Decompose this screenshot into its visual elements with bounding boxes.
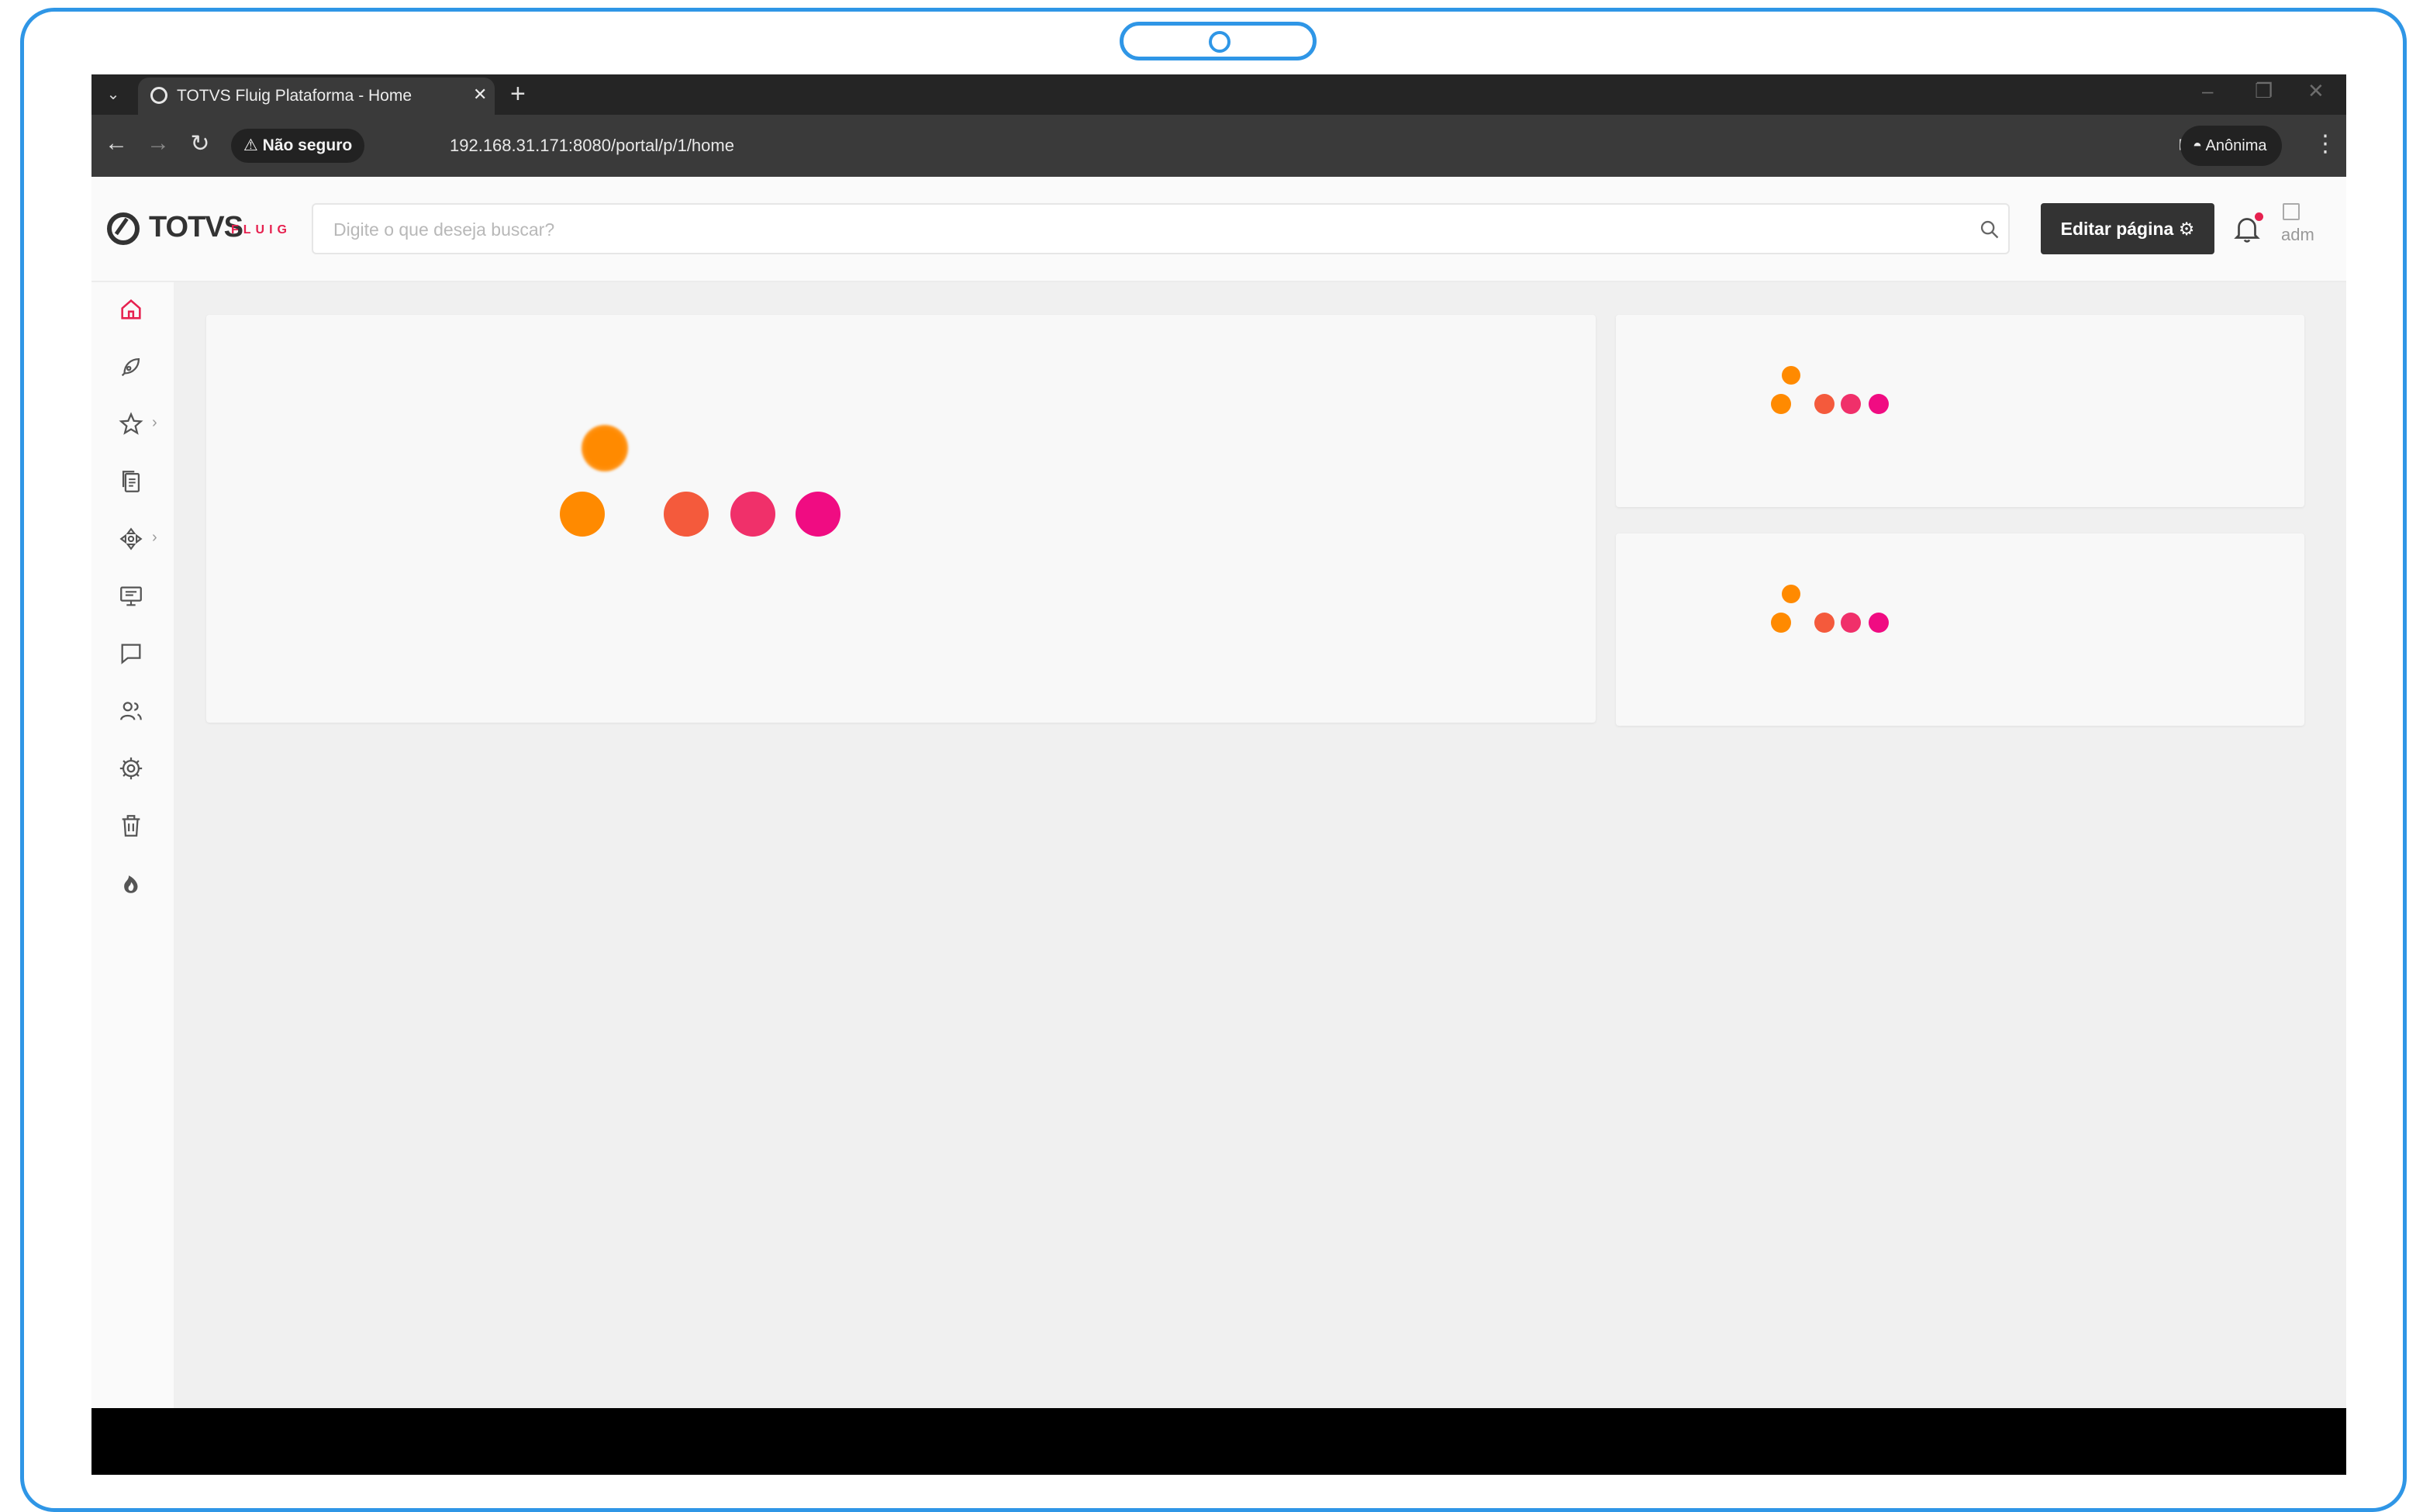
search-input[interactable] [332, 216, 1963, 243]
url-text[interactable]: 192.168.31.171:8080/portal/p/1/home [450, 136, 734, 156]
sidebar: › › [91, 282, 174, 1408]
loader-dot-4 [1869, 613, 1889, 633]
page: TOTVS FLUIG Editar página ⚙ adm [91, 177, 2346, 1408]
back-icon[interactable]: ← [101, 130, 132, 157]
sidebar-item-workflow[interactable] [118, 526, 146, 554]
settings-icon [119, 757, 143, 780]
sidebar-item-presentation[interactable] [118, 583, 146, 611]
tab-favicon-icon [150, 87, 167, 104]
notification-badge [2255, 212, 2263, 221]
tab-search-icon[interactable]: ⌄ [101, 82, 126, 107]
workflow-icon [119, 527, 143, 551]
logo-text[interactable]: TOTVS [149, 211, 243, 244]
incognito-chip[interactable]: ◓ Anônima [2180, 126, 2283, 166]
loader-dot-bouncing [1782, 366, 1800, 385]
loader-dot-4 [1869, 394, 1889, 414]
window-close-icon[interactable]: ✕ [2307, 79, 2325, 103]
main-widget-card [206, 315, 1596, 723]
address-bar[interactable]: ⚠ Não seguro 192.168.31.171:8080/portal/… [231, 126, 2247, 166]
sidebar-item-home[interactable] [118, 296, 146, 324]
rocket-icon [121, 357, 140, 377]
security-label: Não seguro [262, 136, 353, 154]
restore-icon[interactable]: ❐ [2255, 79, 2273, 103]
loader-dot-3 [1841, 394, 1861, 414]
sidebar-item-rocket[interactable] [118, 354, 146, 381]
edit-page-button[interactable]: Editar página ⚙ [2041, 203, 2214, 254]
loader-dot-1 [560, 492, 605, 537]
avatar-alt-text: adm [2281, 225, 2314, 244]
tab-title: TOTVS Fluig Plataforma - Home [177, 87, 412, 105]
edit-gear-icon: ⚙ [2178, 219, 2195, 239]
broken-image-icon [2283, 203, 2300, 220]
loader-dot-3 [730, 492, 775, 537]
loader-dot-4 [796, 492, 840, 537]
side-widget-card-top [1616, 315, 2304, 507]
minimize-icon[interactable]: – [2202, 79, 2213, 103]
logo-subtext: FLUIG [231, 223, 292, 236]
trash-icon [122, 815, 140, 837]
sidebar-item-documents[interactable] [118, 468, 146, 496]
users-icon [120, 702, 142, 720]
incognito-icon: ◓ [2193, 137, 2203, 154]
sidebar-item-trash[interactable] [118, 813, 146, 841]
webcam [1120, 22, 1317, 60]
new-tab-button[interactable]: + [510, 78, 526, 109]
sidebar-item-fire[interactable] [118, 870, 146, 898]
loader-dot-3 [1841, 613, 1861, 633]
loader-dot-2 [1814, 613, 1835, 633]
search-box [312, 203, 2010, 254]
totvs-logo-icon[interactable] [107, 212, 140, 245]
loader-dot-1 [1771, 613, 1791, 633]
webcam-lens [1209, 31, 1230, 53]
app-header: TOTVS FLUIG Editar página ⚙ adm [91, 177, 2346, 282]
sidebar-item-users[interactable] [118, 698, 146, 726]
fire-icon [124, 875, 138, 893]
sidebar-item-chat[interactable] [118, 640, 146, 668]
chat-icon [121, 644, 141, 665]
browser-toolbar: ← → ↻ ⚠ Não seguro 192.168.31.171:8080/p… [91, 115, 2346, 177]
reload-icon[interactable]: ↻ [185, 130, 216, 157]
loader-dot-1 [1771, 394, 1791, 414]
presentation-icon [120, 586, 142, 606]
tab-close-icon[interactable]: ✕ [473, 85, 487, 105]
chevron-right-icon[interactable]: › [152, 529, 157, 547]
loader-dot-bouncing [1782, 585, 1800, 603]
security-chip[interactable]: ⚠ Não seguro [231, 129, 365, 163]
loader-dot-2 [1814, 394, 1835, 414]
star-icon [119, 412, 143, 435]
loader-dot-2 [664, 492, 709, 537]
avatar[interactable]: adm [2280, 203, 2326, 254]
loader-dot-bouncing [582, 425, 628, 471]
incognito-label: Anônima [2205, 137, 2267, 154]
forward-icon[interactable]: → [143, 130, 174, 157]
documents-icon [122, 471, 140, 492]
chevron-right-icon[interactable]: › [152, 414, 157, 432]
edit-page-label: Editar página [2060, 219, 2174, 239]
warning-icon: ⚠ [243, 136, 258, 154]
browser-tab-strip: ⌄ TOTVS Fluig Plataforma - Home ✕ + – ❐ … [91, 74, 2346, 115]
home-icon [121, 299, 141, 319]
screen: ⌄ TOTVS Fluig Plataforma - Home ✕ + – ❐ … [91, 74, 2346, 1475]
browser-tab[interactable]: TOTVS Fluig Plataforma - Home ✕ [138, 78, 495, 115]
side-widget-card-bottom [1616, 533, 2304, 726]
browser-menu-icon[interactable]: ⋮ [2314, 130, 2337, 157]
sidebar-item-settings[interactable] [118, 755, 146, 783]
sidebar-item-favorites[interactable] [118, 411, 146, 439]
screen-bottom-bezel [91, 1408, 2346, 1475]
search-icon[interactable] [1979, 219, 2000, 240]
